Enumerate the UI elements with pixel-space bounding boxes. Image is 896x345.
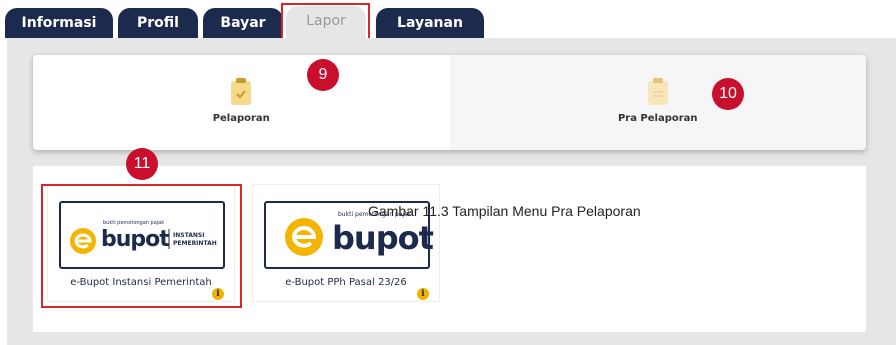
tab-layanan[interactable]: Layanan — [376, 8, 484, 38]
pelaporan-card[interactable]: Pelaporan — [33, 55, 450, 150]
callout-marker-10: 10 — [712, 78, 744, 110]
clipboard-check-icon — [231, 78, 252, 105]
tab-profil[interactable]: Profil — [118, 8, 198, 38]
ebupot-pph-wordmark: bupot — [332, 219, 434, 257]
tab-bayar[interactable]: Bayar — [203, 8, 283, 38]
pelaporan-label: Pelaporan — [212, 113, 270, 124]
info-icon[interactable]: i — [417, 288, 429, 300]
callout-marker-11: 11 — [126, 148, 158, 180]
clipboard-icon — [647, 78, 668, 105]
figure-caption: Gambar 11.3 Tampilan Menu Pra Pelaporan — [368, 203, 641, 219]
ebupot-pph-label: e-Bupot PPh Pasal 23/26 — [285, 277, 407, 288]
pra-pelaporan-label: Pra Pelaporan — [617, 113, 698, 124]
app-card-ebupot-pph[interactable]: bukti pemotongan pajak bupot e-Bupot PPh… — [252, 184, 440, 302]
callout-marker-9: 9 — [307, 59, 339, 91]
ebupot-instansi-highlight — [41, 184, 242, 308]
tab-informasi[interactable]: Informasi — [5, 8, 113, 38]
pra-pelaporan-card[interactable]: Pra Pelaporan — [449, 55, 866, 150]
